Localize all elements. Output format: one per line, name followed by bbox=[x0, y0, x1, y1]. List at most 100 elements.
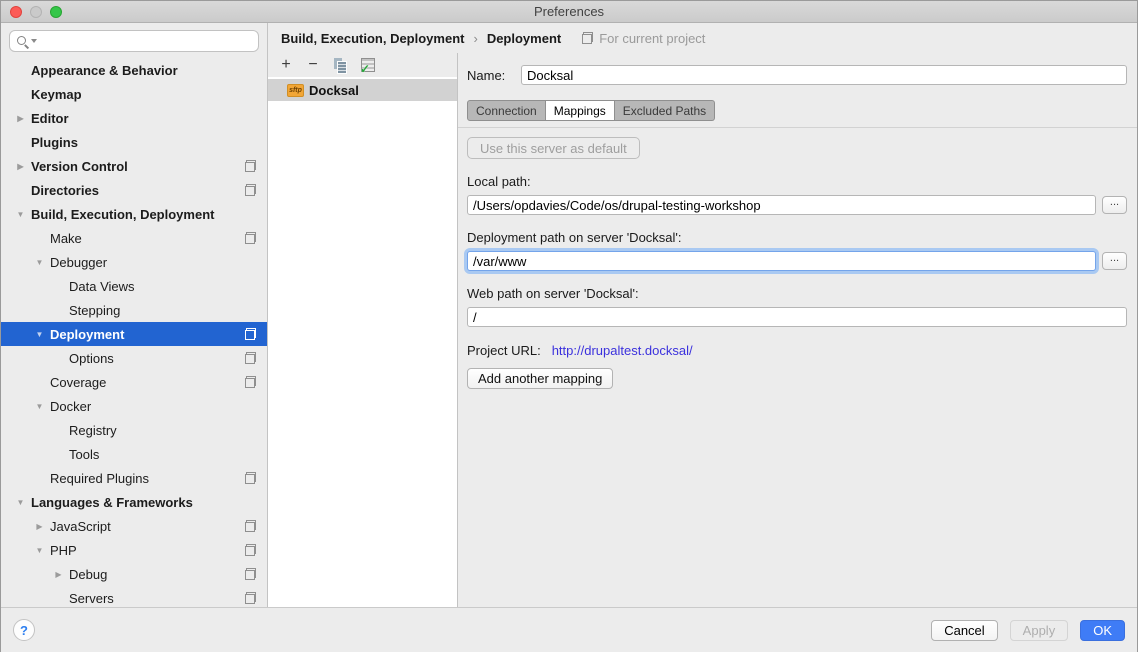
sidebar-item-label: Directories bbox=[31, 183, 99, 198]
chevron-down-icon[interactable]: ▼ bbox=[30, 258, 49, 267]
sidebar-item-editor[interactable]: ▶Editor bbox=[1, 106, 267, 130]
sidebar-item-data-views[interactable]: Data Views bbox=[1, 274, 267, 298]
window-controls bbox=[10, 6, 62, 18]
sidebar-item-label: PHP bbox=[50, 543, 77, 558]
add-another-mapping-button[interactable]: Add another mapping bbox=[467, 368, 613, 389]
sidebar-item-javascript[interactable]: ▶JavaScript bbox=[1, 514, 267, 538]
sidebar-item-label: Coverage bbox=[50, 375, 106, 390]
current-project-icon bbox=[244, 520, 257, 533]
tab-excluded-paths[interactable]: Excluded Paths bbox=[615, 100, 715, 121]
sidebar-item-coverage[interactable]: Coverage bbox=[1, 370, 267, 394]
server-list-item-docksal[interactable]: sftp Docksal bbox=[268, 79, 457, 101]
sidebar-item-label: JavaScript bbox=[50, 519, 111, 534]
sidebar-item-label: Registry bbox=[69, 423, 117, 438]
breadcrumb: Build, Execution, Deployment › Deploymen… bbox=[268, 23, 1137, 53]
search-input[interactable] bbox=[41, 34, 252, 48]
zoom-window-button[interactable] bbox=[50, 6, 62, 18]
tab-connection[interactable]: Connection bbox=[467, 100, 546, 121]
current-project-icon bbox=[244, 376, 257, 389]
sidebar-item-label: Tools bbox=[69, 447, 99, 462]
search-options-caret-icon[interactable] bbox=[31, 39, 37, 43]
search-icon bbox=[16, 35, 29, 48]
sidebar-item-label: Languages & Frameworks bbox=[31, 495, 193, 510]
sidebar-item-keymap[interactable]: Keymap bbox=[1, 82, 267, 106]
sidebar-item-appearance-behavior[interactable]: Appearance & Behavior bbox=[1, 58, 267, 82]
chevron-down-icon[interactable]: ▼ bbox=[11, 498, 30, 507]
sidebar-item-deployment[interactable]: ▼Deployment bbox=[1, 322, 267, 346]
sidebar-item-version-control[interactable]: ▶Version Control bbox=[1, 154, 267, 178]
sidebar-item-directories[interactable]: Directories bbox=[1, 178, 267, 202]
sidebar-item-servers[interactable]: Servers bbox=[1, 586, 267, 610]
sidebar-item-label: Docker bbox=[50, 399, 91, 414]
project-url-link[interactable]: http://drupaltest.docksal/ bbox=[552, 343, 693, 358]
sidebar-item-label: Deployment bbox=[50, 327, 124, 342]
deployment-path-label: Deployment path on server 'Docksal': bbox=[467, 230, 1127, 245]
settings-sidebar: Appearance & BehaviorKeymap▶Editor Plugin… bbox=[1, 23, 268, 607]
apply-button[interactable]: Apply bbox=[1010, 620, 1069, 641]
deployment-path-input[interactable] bbox=[467, 251, 1096, 271]
sidebar-item-label: Plugins bbox=[31, 135, 78, 150]
copy-icon[interactable] bbox=[332, 57, 348, 73]
chevron-down-icon[interactable]: ▼ bbox=[11, 210, 30, 219]
sidebar-item-tools[interactable]: Tools bbox=[1, 442, 267, 466]
sidebar-item-label: Options bbox=[69, 351, 114, 366]
help-button[interactable]: ? bbox=[13, 619, 35, 641]
sidebar-item-build-execution-deployment[interactable]: ▼Build, Execution, Deployment bbox=[1, 202, 267, 226]
sidebar-item-stepping[interactable]: Stepping bbox=[1, 298, 267, 322]
sidebar-item-label: Debug bbox=[69, 567, 107, 582]
local-path-input[interactable] bbox=[467, 195, 1096, 215]
check-icon: ✓ bbox=[360, 62, 370, 76]
dialog-footer: ? Cancel Apply OK bbox=[1, 607, 1137, 652]
chevron-down-icon[interactable]: ▼ bbox=[30, 402, 49, 411]
sidebar-item-label: Data Views bbox=[69, 279, 135, 294]
web-path-input[interactable] bbox=[467, 307, 1127, 327]
search-box[interactable] bbox=[9, 30, 259, 52]
sidebar-item-label: Build, Execution, Deployment bbox=[31, 207, 214, 222]
sidebar-item-plugins[interactable]: Plugins bbox=[1, 130, 267, 154]
tab-mappings[interactable]: Mappings bbox=[546, 100, 615, 121]
sidebar-item-required-plugins[interactable]: Required Plugins bbox=[1, 466, 267, 490]
chevron-right-icon[interactable]: ▶ bbox=[11, 114, 30, 123]
web-path-label: Web path on server 'Docksal': bbox=[467, 286, 1127, 301]
chevron-right-icon[interactable]: ▶ bbox=[11, 162, 30, 171]
breadcrumb-parent[interactable]: Build, Execution, Deployment bbox=[281, 31, 464, 46]
breadcrumb-separator: › bbox=[473, 31, 477, 46]
sidebar-item-docker[interactable]: ▼Docker bbox=[1, 394, 267, 418]
deployment-path-browse-button[interactable]: ... bbox=[1102, 252, 1127, 270]
sidebar-item-registry[interactable]: Registry bbox=[1, 418, 267, 442]
add-icon[interactable]: + bbox=[278, 57, 294, 73]
use-as-default-icon[interactable]: ✓ bbox=[359, 57, 375, 73]
sidebar-item-languages-frameworks[interactable]: ▼Languages & Frameworks bbox=[1, 490, 267, 514]
current-project-icon bbox=[244, 232, 257, 245]
local-path-browse-button[interactable]: ... bbox=[1102, 196, 1127, 214]
ok-button[interactable]: OK bbox=[1080, 620, 1125, 641]
sidebar-item-php[interactable]: ▼PHP bbox=[1, 538, 267, 562]
scope-label: For current project bbox=[599, 31, 705, 46]
sidebar-item-label: Version Control bbox=[31, 159, 128, 174]
remove-glyph: − bbox=[308, 58, 317, 72]
chevron-right-icon[interactable]: ▶ bbox=[49, 570, 68, 579]
sidebar-item-debugger[interactable]: ▼Debugger bbox=[1, 250, 267, 274]
remove-icon[interactable]: − bbox=[305, 57, 321, 73]
sidebar-item-label: Debugger bbox=[50, 255, 107, 270]
chevron-down-icon[interactable]: ▼ bbox=[30, 330, 49, 339]
close-window-button[interactable] bbox=[10, 6, 22, 18]
current-project-icon bbox=[244, 352, 257, 365]
cancel-button[interactable]: Cancel bbox=[931, 620, 997, 641]
sidebar-item-make[interactable]: Make bbox=[1, 226, 267, 250]
sidebar-item-options[interactable]: Options bbox=[1, 346, 267, 370]
current-project-icon bbox=[244, 592, 257, 605]
add-glyph: + bbox=[281, 58, 290, 72]
local-path-label: Local path: bbox=[467, 174, 1127, 189]
chevron-down-icon[interactable]: ▼ bbox=[30, 546, 49, 555]
settings-tree: Appearance & BehaviorKeymap▶Editor Plugin… bbox=[1, 58, 267, 610]
name-input[interactable] bbox=[521, 65, 1127, 85]
chevron-right-icon[interactable]: ▶ bbox=[30, 522, 49, 531]
sidebar-item-label: Servers bbox=[69, 591, 114, 606]
sidebar-item-label: Make bbox=[50, 231, 82, 246]
window-title: Preferences bbox=[1, 4, 1137, 19]
current-project-icon bbox=[244, 184, 257, 197]
minimize-window-button[interactable] bbox=[30, 6, 42, 18]
use-server-as-default-button[interactable]: Use this server as default bbox=[467, 137, 640, 159]
sidebar-item-debug[interactable]: ▶Debug bbox=[1, 562, 267, 586]
